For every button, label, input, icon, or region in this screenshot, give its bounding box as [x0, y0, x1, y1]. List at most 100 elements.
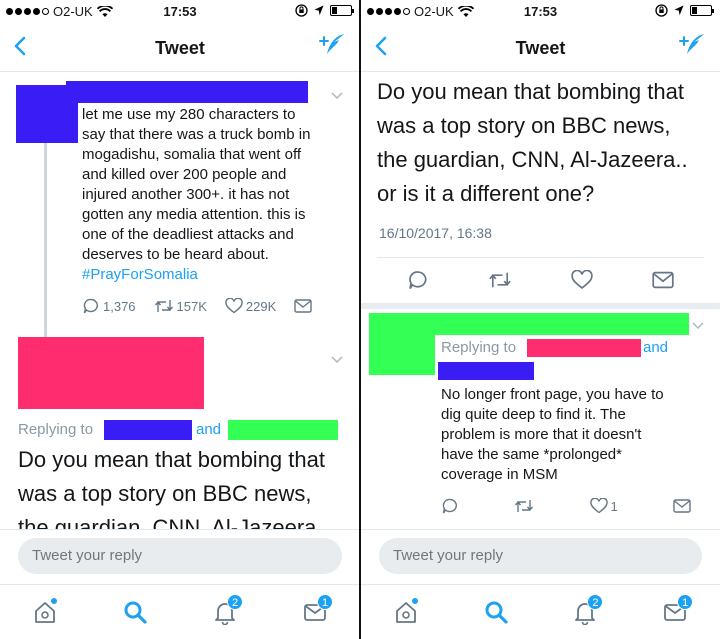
- reply-line: No longer front page, you have to: [441, 386, 664, 403]
- tab-notifications[interactable]: 2: [565, 592, 605, 632]
- nav-bar: Tweet: [361, 24, 720, 72]
- battery-icon: [330, 5, 354, 16]
- reply-button[interactable]: 1,376: [82, 297, 136, 315]
- retweet-count: 157K: [176, 298, 207, 314]
- tweet-timestamp: 16/10/2017, 16:38: [379, 225, 492, 241]
- retweet-icon: [515, 500, 534, 512]
- tab-search[interactable]: [115, 592, 155, 632]
- tab-home[interactable]: [25, 592, 65, 632]
- mention-redacted[interactable]: [104, 420, 192, 440]
- tweet-line: was a top story on BBC news,: [377, 113, 671, 138]
- mention-redacted[interactable]: [228, 420, 338, 440]
- tweet-line: the guardian, CNN, Al-Jazeera..: [377, 147, 688, 172]
- page-title: Tweet: [515, 38, 566, 58]
- and-label: and: [196, 421, 222, 438]
- reply-body: Do you mean that bombing that was a top …: [18, 443, 358, 529]
- tweet-line: and killed over 200 people and: [82, 166, 287, 183]
- compose-tweet-icon[interactable]: [678, 32, 706, 60]
- mention-redacted[interactable]: [438, 362, 534, 380]
- mention-redacted[interactable]: [527, 339, 641, 357]
- notifications-badge: 2: [227, 594, 243, 610]
- chevron-down-icon[interactable]: [330, 355, 344, 365]
- retweet-button[interactable]: 157K: [154, 298, 207, 314]
- hashtag-link[interactable]: #PrayForSomalia: [82, 265, 354, 285]
- heart-icon: [225, 298, 243, 314]
- status-bar: O2-UK 17:53: [361, 0, 720, 24]
- tab-messages[interactable]: 1: [295, 592, 335, 632]
- dm-button[interactable]: [294, 299, 312, 313]
- new-tweets-dot: [51, 598, 57, 604]
- tweet-line: say that there was a truck bomb in: [82, 126, 311, 143]
- reply-button[interactable]: [441, 497, 459, 515]
- tweet-actions: 1,376 157K 229K: [82, 297, 330, 315]
- tweet-line: Do you mean that bombing that: [377, 79, 684, 104]
- battery-icon: [690, 5, 714, 16]
- tab-bar: 2 1: [361, 584, 720, 639]
- left-screen: O2-UK 17:53 Tweet let me use my 280 char…: [0, 0, 360, 639]
- reply-icon: [83, 298, 98, 314]
- notifications-badge: 2: [587, 594, 604, 610]
- orientation-lock-icon: [295, 4, 308, 17]
- divider: [361, 303, 720, 309]
- location-icon: [674, 5, 684, 16]
- author-name: [66, 81, 308, 103]
- right-screen: O2-UK 17:53 Tweet Do you mean that bombi…: [361, 0, 720, 639]
- reply-line: the guardian, CNN, Al-Jazeera..: [18, 515, 329, 529]
- nav-bar: Tweet: [0, 24, 360, 72]
- tweet-line: or is it a different one?: [377, 181, 595, 206]
- tweet-reply-input[interactable]: [18, 538, 342, 574]
- messages-badge: 1: [677, 594, 694, 610]
- compose-tweet-icon[interactable]: [318, 32, 346, 60]
- tweet-line: injured another 300+. it has not: [82, 186, 290, 203]
- page-title: Tweet: [155, 38, 205, 58]
- status-right: [295, 4, 354, 17]
- search-icon: [485, 601, 508, 624]
- tab-messages[interactable]: 1: [655, 592, 695, 632]
- tab-bar: 2 1: [0, 584, 360, 639]
- thread-line: [44, 143, 47, 337]
- orientation-lock-icon: [655, 4, 668, 17]
- like-button[interactable]: 1: [589, 498, 618, 514]
- reply-line: dig quite deep to find it. The: [441, 406, 626, 423]
- replying-to-label: Replying to: [441, 339, 517, 356]
- dm-button[interactable]: [673, 499, 691, 513]
- and-label: and: [643, 339, 669, 356]
- replying-to: Replying to and: [438, 339, 711, 381]
- reply-author-name: [433, 313, 689, 335]
- tab-notifications[interactable]: 2: [205, 592, 245, 632]
- heart-icon[interactable]: [571, 270, 593, 290]
- status-right: [655, 4, 714, 17]
- tweet-thread: let me use my 280 characters to say that…: [0, 73, 360, 529]
- envelope-icon: [673, 499, 691, 513]
- envelope-icon[interactable]: [652, 271, 675, 289]
- tweet-body: Do you mean that bombing that was a top …: [377, 75, 717, 211]
- tweet-line: deserves to be heard about.: [82, 246, 269, 263]
- like-count: 229K: [245, 298, 277, 314]
- reply-author-avatar: [369, 313, 435, 375]
- envelope-icon: [294, 299, 312, 313]
- tweet-reply-input[interactable]: [379, 538, 702, 574]
- search-icon: [124, 601, 147, 624]
- heart-icon: [589, 498, 608, 514]
- retweet-icon[interactable]: [488, 270, 512, 290]
- like-count: 1: [610, 498, 618, 514]
- reply-icon[interactable]: [407, 269, 429, 291]
- reply-line: have the same *prolonged*: [441, 446, 622, 463]
- chevron-down-icon[interactable]: [330, 91, 344, 101]
- tab-home[interactable]: [386, 592, 426, 632]
- divider: [377, 257, 704, 258]
- reply-count: 1,376: [103, 298, 136, 314]
- retweet-button[interactable]: [514, 498, 534, 514]
- tab-search[interactable]: [476, 592, 516, 632]
- tweet-line: gotten any media attention. this is: [82, 206, 306, 223]
- reply-bar: [0, 529, 360, 584]
- tweet-line: let me use my 280 characters to: [82, 106, 296, 123]
- reply-body: No longer front page, you have to dig qu…: [441, 385, 716, 485]
- reply-line: was a top story on BBC news,: [18, 481, 312, 506]
- messages-badge: 1: [317, 594, 333, 610]
- tweet-actions: [377, 263, 704, 297]
- reply-line: coverage in MSM: [441, 466, 558, 483]
- reply-author-avatar-name: [18, 337, 204, 409]
- chevron-down-icon[interactable]: [691, 321, 705, 331]
- like-button[interactable]: 229K: [225, 298, 276, 314]
